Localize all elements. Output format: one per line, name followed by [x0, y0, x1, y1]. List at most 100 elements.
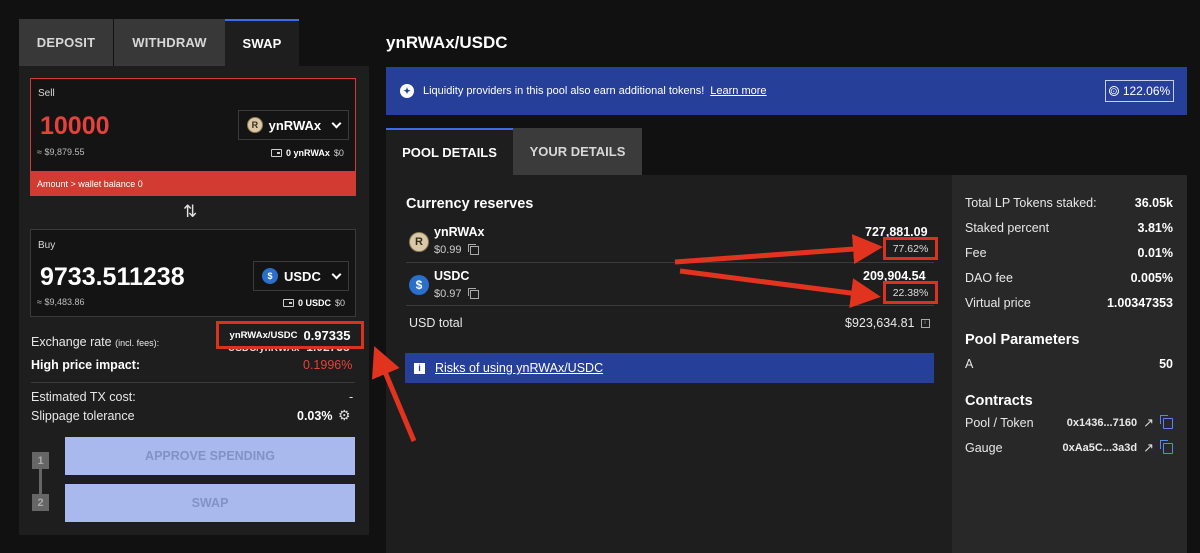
exchange-rate-highlight: ynRWAx/USDC 0.97335 — [216, 321, 364, 349]
apy-value: 122.06% — [1122, 84, 1171, 98]
banner-text: Liquidity providers in this pool also ea… — [423, 85, 705, 97]
copy-icon[interactable] — [467, 287, 479, 299]
pool-title: ynRWAx/USDC — [386, 33, 508, 52]
ynrwax-token-icon: R — [247, 117, 263, 133]
sell-amount-input[interactable]: 10000 — [40, 112, 110, 141]
error-message: Amount > wallet balance 0 — [30, 171, 356, 196]
swap-tabs: DEPOSIT WITHDRAW SWAP — [19, 19, 299, 66]
buy-wallet-usd: $0 — [335, 298, 346, 308]
param-row-a: A 50 — [965, 357, 1173, 371]
price-impact-label: High price impact: — [31, 358, 141, 372]
rewards-icon: ✦ — [400, 84, 414, 98]
contract-address: 0x1436...7160 — [1066, 417, 1138, 429]
buy-wallet-amount: 0 USDC — [298, 298, 332, 308]
reserve-price-value: $0.97 — [434, 288, 462, 300]
reserve-price: $0.99 — [434, 243, 479, 256]
buy-token-select[interactable]: $ USDC — [253, 261, 349, 291]
contract-label: Pool / Token — [965, 416, 1034, 430]
sell-wallet-amount: 0 ynRWAx — [286, 148, 330, 158]
step-1-indicator: 1 — [32, 452, 49, 469]
sell-usd-value: ≈ $9,879.55 — [37, 147, 85, 157]
stat-row-dao-fee: DAO fee 0.005% — [965, 271, 1173, 285]
risk-info-bar: i Risks of using ynRWAx/USDC — [405, 353, 934, 383]
gear-icon[interactable]: ⚙ — [338, 407, 351, 424]
tx-cost-label: Estimated TX cost: — [31, 390, 136, 404]
buy-label: Buy — [38, 240, 56, 251]
contract-row-gauge: Gauge 0xAa5C...3a3d ↗ — [965, 439, 1173, 456]
pool-tabs: POOL DETAILS YOUR DETAILS — [386, 128, 642, 175]
chevron-down-icon — [331, 269, 342, 279]
divider — [31, 382, 355, 383]
usdc-token-icon: $ — [262, 268, 278, 284]
copy-icon[interactable] — [1160, 414, 1173, 429]
risks-link[interactable]: Risks of using ynRWAx/USDC — [435, 361, 603, 375]
reserve-token-name: ynRWAx — [434, 225, 485, 239]
tx-cost-value: - — [349, 390, 354, 404]
tab-swap[interactable]: SWAP — [225, 19, 299, 66]
tab-pool-details[interactable]: POOL DETAILS — [386, 128, 513, 175]
stat-label: Virtual price — [965, 296, 1031, 310]
sell-wallet-balance: 0 ynRWAx $0 — [271, 148, 344, 158]
approve-spending-button[interactable]: APPROVE SPENDING — [65, 437, 355, 475]
reserve-token-name: USDC — [434, 269, 470, 283]
buy-box: Buy 9733.511238 ≈ $9,483.86 $ USDC 0 USD… — [30, 229, 356, 317]
swap-direction-icon[interactable]: ⇅ — [183, 202, 197, 222]
contract-row-pool: Pool / Token 0x1436...7160 ↗ — [965, 414, 1173, 431]
stat-row-virtual-price: Virtual price 1.00347353 — [965, 296, 1173, 310]
pool-parameters-title: Pool Parameters — [965, 332, 1080, 348]
copy-icon[interactable] — [467, 243, 479, 255]
tab-withdraw[interactable]: WITHDRAW — [114, 19, 225, 66]
usd-total: $923,634.81 i — [845, 316, 930, 330]
stat-label: DAO fee — [965, 271, 1013, 285]
buy-usd-value: ≈ $9,483.86 — [37, 297, 85, 307]
param-label: A — [965, 357, 974, 371]
stat-value: 0.005% — [1130, 271, 1173, 285]
info-icon[interactable]: i — [920, 318, 930, 328]
exchange-rate-text: Exchange rate — [31, 335, 112, 349]
reserve-price-value: $0.99 — [434, 244, 462, 256]
sell-token-label: ynRWAx — [268, 117, 322, 133]
price-impact-value: 0.1996% — [303, 358, 353, 372]
rewards-banner: ✦ Liquidity providers in this pool also … — [386, 67, 1187, 115]
exchange-rate-primary-value: 0.97335 — [303, 327, 351, 343]
slippage-value: 0.03% — [297, 409, 333, 423]
stat-label: Total LP Tokens staked: — [965, 196, 1097, 210]
contracts-title: Contracts — [965, 393, 1033, 409]
divider — [406, 305, 934, 306]
wallet-icon — [271, 149, 282, 157]
stat-label: Fee — [965, 246, 987, 260]
sell-wallet-usd: $0 — [333, 148, 344, 158]
sell-token-select[interactable]: R ynRWAx — [238, 110, 349, 140]
param-value: 50 — [1159, 357, 1173, 371]
stat-value: 3.81% — [1137, 221, 1173, 235]
wallet-icon — [283, 299, 294, 307]
exchange-pair-primary: ynRWAx/USDC — [229, 329, 298, 341]
tab-your-details[interactable]: YOUR DETAILS — [513, 128, 642, 175]
sell-label: Sell — [38, 88, 55, 99]
external-link-icon[interactable]: ↗ — [1143, 440, 1154, 456]
chevron-down-icon — [331, 118, 342, 128]
stat-value: 0.01% — [1137, 246, 1173, 260]
copy-icon[interactable] — [1160, 439, 1173, 454]
exchange-rate-note: (incl. fees): — [115, 338, 160, 348]
contract-address: 0xAa5C...3a3d — [1062, 442, 1138, 454]
ynrwax-token-icon: R — [409, 232, 429, 252]
slippage-label: Slippage tolerance — [31, 409, 135, 423]
stat-row-fee: Fee 0.01% — [965, 246, 1173, 260]
buy-amount-input[interactable]: 9733.511238 — [40, 263, 185, 292]
stat-value: 36.05k — [1134, 196, 1173, 210]
usd-total-label: USD total — [409, 316, 463, 330]
divider — [406, 262, 934, 263]
external-link-icon[interactable]: ↗ — [1143, 415, 1154, 431]
tab-deposit[interactable]: DEPOSIT — [19, 19, 113, 66]
reserve-percent: 22.38% — [883, 281, 938, 304]
usd-total-value: $923,634.81 — [845, 316, 915, 330]
learn-more-link[interactable]: Learn more — [710, 85, 766, 97]
reserve-percent: 77.62% — [883, 237, 938, 260]
reward-icon: ⊙ — [1108, 85, 1119, 96]
stat-row-lp-staked: Total LP Tokens staked: 36.05k — [965, 196, 1173, 210]
exchange-rate-label: Exchange rate (incl. fees): — [31, 335, 159, 349]
apy-badge: ⊙ 122.06% — [1105, 80, 1174, 102]
buy-token-label: USDC — [284, 268, 321, 284]
swap-button[interactable]: SWAP — [65, 484, 355, 522]
